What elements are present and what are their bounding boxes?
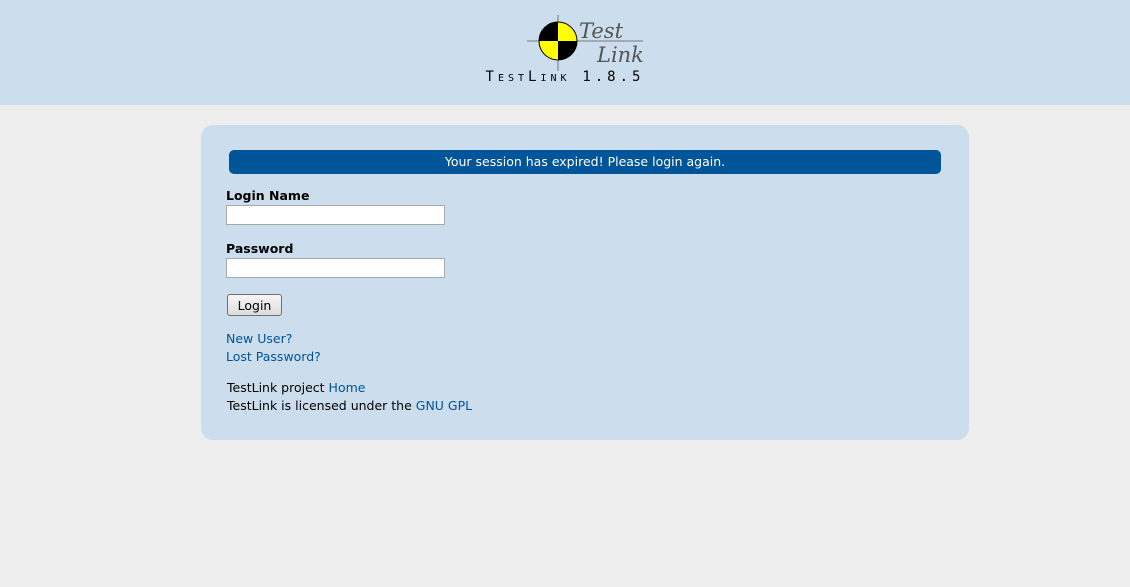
new-user-link[interactable]: New User?	[226, 331, 292, 346]
logo-text-link: Link	[596, 43, 643, 67]
home-link[interactable]: Home	[329, 380, 366, 395]
login-button[interactable]: Login	[227, 294, 282, 316]
page-header: Test Link TESTLINK 1.8.5	[0, 0, 1130, 105]
logo-text-test: Test	[579, 19, 624, 43]
login-name-input[interactable]	[226, 205, 445, 225]
version-title: TESTLINK 1.8.5	[485, 69, 645, 85]
lost-password-link[interactable]: Lost Password?	[226, 349, 321, 364]
gnu-gpl-link[interactable]: GNU GPL	[416, 398, 472, 413]
project-line: TestLink project Home	[227, 380, 365, 395]
login-panel: Your session has expired! Please login a…	[201, 125, 969, 440]
login-name-label: Login Name	[226, 188, 310, 203]
project-text: TestLink project	[227, 380, 329, 395]
session-expired-message: Your session has expired! Please login a…	[229, 150, 941, 174]
password-input[interactable]	[226, 258, 445, 278]
testlink-logo-icon: Test Link	[527, 15, 643, 71]
password-label: Password	[226, 241, 294, 256]
license-text: TestLink is licensed under the	[227, 398, 416, 413]
license-line: TestLink is licensed under the GNU GPL	[227, 398, 472, 413]
